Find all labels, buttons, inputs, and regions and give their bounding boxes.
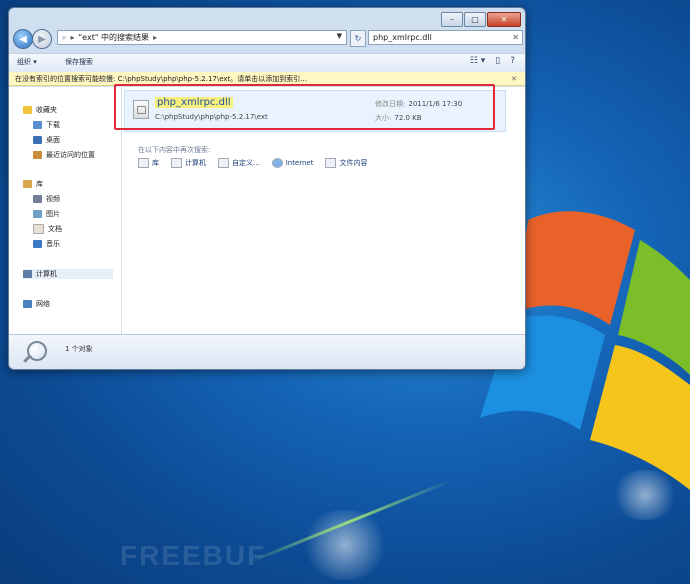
view-options-icon[interactable]: ☷ ▾ — [470, 56, 485, 66]
search-again-internet[interactable]: Internet — [271, 158, 313, 168]
breadcrumb-chevron-icon[interactable]: ▸ — [153, 33, 157, 42]
internet-icon — [271, 158, 283, 168]
search-again-computer[interactable]: 计算机 — [171, 158, 206, 168]
search-again-links: 库 计算机 自定义... Internet 文件内容 — [138, 158, 367, 168]
back-button[interactable]: ◀ — [13, 29, 33, 49]
sidebar-item-libraries[interactable]: 库 — [23, 179, 43, 189]
window-controls: – □ ✕ — [440, 12, 521, 27]
computer-icon — [23, 270, 32, 278]
sidebar-item-music[interactable]: 音乐 — [33, 239, 60, 249]
recent-places-icon — [33, 151, 42, 159]
file-contents-icon — [325, 158, 337, 168]
computer-icon — [171, 158, 182, 168]
document-icon — [33, 224, 44, 234]
address-dropdown-icon[interactable]: ▼ — [337, 32, 342, 40]
search-query: php_xmlrpc.dll — [373, 33, 432, 42]
forward-button[interactable]: ▶ — [32, 29, 52, 49]
info-bar-text: 在没有索引的位置搜索可能较慢: C:\phpStudy\php\php-5.2.… — [15, 75, 307, 83]
watermark: FREEBUF — [120, 540, 267, 571]
help-icon[interactable]: ? — [510, 56, 515, 66]
sidebar-item-recent[interactable]: 最近访问的位置 — [33, 150, 95, 160]
desktop-icon — [33, 136, 42, 144]
search-folder-icon: ⌕ — [62, 32, 67, 42]
address-row: ◀ ▶ ⌕ ▸ "ext" 中的搜索结果 ▸ ▼ ↻ php_xmlrpc.dl… — [13, 28, 523, 50]
organize-button[interactable]: 组织 ▾ — [17, 57, 37, 67]
command-bar: 组织 ▾ 保存搜索 ☷ ▾ ▯ ? — [9, 53, 525, 73]
search-again-custom[interactable]: 自定义... — [218, 158, 260, 168]
details-pane: 1 个对象 — [9, 334, 525, 369]
breadcrumb-separator-icon: ▸ — [70, 33, 75, 42]
library-icon — [138, 158, 149, 168]
sidebar-item-desktop[interactable]: 桌面 — [33, 135, 60, 145]
search-input[interactable]: php_xmlrpc.dll ✕ — [368, 30, 523, 45]
save-search-button[interactable]: 保存搜索 — [65, 57, 93, 67]
item-count: 1 个对象 — [65, 345, 93, 353]
sidebar-item-documents[interactable]: 文档 — [33, 224, 62, 234]
preview-pane-icon[interactable]: ▯ — [495, 56, 500, 66]
address-bar[interactable]: ⌕ ▸ "ext" 中的搜索结果 ▸ ▼ — [57, 30, 347, 45]
navigation-pane: 收藏夹 下载 桌面 最近访问的位置 库 视频 图片 文档 音乐 计算机 网络 — [9, 87, 122, 334]
folder-icon — [218, 158, 229, 168]
info-bar-close-icon[interactable]: ✕ — [511, 72, 517, 86]
sidebar-item-videos[interactable]: 视频 — [33, 194, 60, 204]
search-again-file-contents[interactable]: 文件内容 — [325, 158, 367, 168]
explorer-window: – □ ✕ ◀ ▶ ⌕ ▸ "ext" 中的搜索结果 ▸ ▼ ↻ php_xml… — [8, 7, 526, 370]
breadcrumb[interactable]: "ext" 中的搜索结果 — [79, 32, 150, 43]
sidebar-item-network[interactable]: 网络 — [23, 299, 50, 309]
search-again-label: 在以下内容中再次搜索: — [138, 146, 211, 154]
sparkle — [610, 470, 680, 520]
download-icon — [33, 121, 42, 129]
library-icon — [23, 180, 32, 188]
close-button[interactable]: ✕ — [487, 12, 521, 27]
sidebar-item-pictures[interactable]: 图片 — [33, 209, 60, 219]
annotation-highlight-box — [114, 84, 495, 130]
refresh-button[interactable]: ↻ — [350, 30, 366, 47]
network-icon — [23, 300, 32, 308]
music-icon — [33, 240, 42, 248]
sidebar-item-favorites[interactable]: 收藏夹 — [23, 105, 57, 115]
view-controls: ☷ ▾ ▯ ? — [470, 56, 515, 66]
pictures-icon — [33, 210, 42, 218]
sidebar-item-downloads[interactable]: 下载 — [33, 120, 60, 130]
video-icon — [33, 195, 42, 203]
minimize-button[interactable]: – — [441, 12, 463, 27]
star-icon — [23, 106, 32, 114]
clear-search-icon[interactable]: ✕ — [512, 33, 519, 42]
maximize-button[interactable]: □ — [464, 12, 486, 27]
sidebar-item-computer[interactable]: 计算机 — [23, 269, 113, 279]
search-again-libraries[interactable]: 库 — [138, 158, 159, 168]
